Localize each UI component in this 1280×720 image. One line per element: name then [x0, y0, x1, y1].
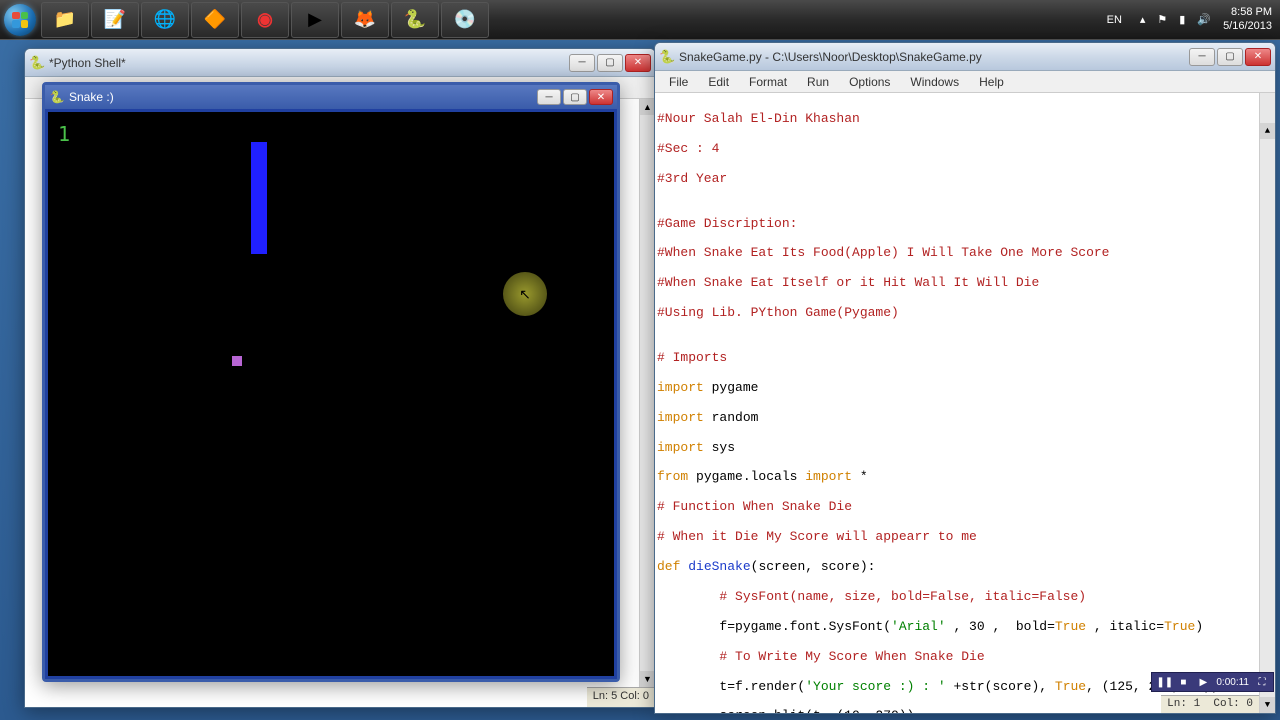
maximize-button[interactable]: ▢ [563, 89, 587, 105]
shell-scrollbar[interactable]: ▲ ▼ [639, 99, 655, 687]
close-button[interactable]: ✕ [625, 54, 651, 72]
shell-titlebar[interactable]: 🐍 *Python Shell* ─ ▢ ✕ [25, 49, 655, 77]
media-overlay[interactable]: ❚❚ ■ ▶ 0:00:11 ⛶ [1151, 672, 1274, 692]
windows-logo-icon [4, 4, 36, 36]
idle-icon: 🐍 [659, 49, 675, 65]
tray-arrow-icon[interactable]: ▴ [1140, 13, 1146, 26]
editor-status: Ln: 1 Col: 0 [1161, 695, 1259, 713]
taskbar-app-chrome[interactable]: 🌐 [141, 2, 189, 38]
media-expand-icon[interactable]: ⛶ [1255, 677, 1269, 688]
minimize-button[interactable]: ─ [1189, 48, 1215, 66]
scroll-up-icon[interactable]: ▲ [1260, 123, 1275, 139]
shell-title: *Python Shell* [49, 56, 569, 70]
snake-title: Snake :) [69, 90, 537, 104]
taskbar-app-firefox[interactable]: 🦊 [341, 2, 389, 38]
scroll-down-icon[interactable]: ▼ [640, 671, 655, 687]
code-line: # Function When Snake Die [657, 500, 1273, 515]
snake-icon: 🐍 [49, 89, 65, 105]
close-button[interactable]: ✕ [1245, 48, 1271, 66]
system-tray: EN ▴ ⚑ ▮ 🔊 8:58 PM 5/16/2013 [1101, 6, 1280, 32]
clock-time: 8:58 PM [1223, 6, 1272, 19]
menu-run[interactable]: Run [799, 73, 837, 91]
code-line: # When it Die My Score will appearr to m… [657, 530, 1273, 545]
menu-options[interactable]: Options [841, 73, 898, 91]
menu-file[interactable]: File [661, 73, 696, 91]
game-canvas[interactable]: 1 ↖ [45, 109, 617, 679]
code-line: #When Snake Eat Its Food(Apple) I Will T… [657, 246, 1273, 261]
minimize-button[interactable]: ─ [537, 89, 561, 105]
close-button[interactable]: ✕ [589, 89, 613, 105]
code-line: #Sec : 4 [657, 142, 1273, 157]
taskbar-app-media[interactable]: ▶ [291, 2, 339, 38]
flag-icon[interactable]: ⚑ [1157, 13, 1167, 26]
shell-status: Ln: 5 Col: 0 [587, 687, 655, 707]
menu-windows[interactable]: Windows [902, 73, 967, 91]
idle-titlebar[interactable]: 🐍 SnakeGame.py - C:\Users\Noor\Desktop\S… [655, 43, 1275, 71]
volume-icon[interactable]: 🔊 [1197, 13, 1211, 26]
code-line: #3rd Year [657, 172, 1273, 187]
code-line: # SysFont(name, size, bold=False, italic… [657, 590, 1273, 605]
taskbar-app-notepad[interactable]: 📝 [91, 2, 139, 38]
code-line: import pygame [657, 381, 1273, 396]
cursor-arrow-icon: ↖ [519, 286, 531, 303]
menu-edit[interactable]: Edit [700, 73, 737, 91]
idle-icon: 🐍 [29, 55, 45, 71]
language-indicator[interactable]: EN [1101, 12, 1128, 28]
menu-format[interactable]: Format [741, 73, 795, 91]
minimize-button[interactable]: ─ [569, 54, 595, 72]
menu-help[interactable]: Help [971, 73, 1012, 91]
snake-titlebar[interactable]: 🐍 Snake :) ─ ▢ ✕ [45, 85, 617, 109]
maximize-button[interactable]: ▢ [1217, 48, 1243, 66]
code-line: #When Snake Eat Itself or it Hit Wall It… [657, 276, 1273, 291]
code-line: f=pygame.font.SysFont('Arial' , 30 , bol… [657, 620, 1273, 635]
scroll-down-icon[interactable]: ▼ [1260, 697, 1275, 713]
code-editor[interactable]: #Nour Salah El-Din Khashan #Sec : 4 #3rd… [655, 93, 1275, 713]
idle-title: SnakeGame.py - C:\Users\Noor\Desktop\Sna… [679, 50, 1189, 64]
editor-scrollbar[interactable]: ▲ ▼ [1259, 93, 1275, 713]
code-line: #Game Discription: [657, 217, 1273, 232]
code-line: #Nour Salah El-Din Khashan [657, 112, 1273, 127]
code-line: # Imports [657, 351, 1273, 366]
taskbar-app-explorer[interactable]: 📁 [41, 2, 89, 38]
taskbar-app-disc[interactable]: 💿 [441, 2, 489, 38]
taskbar-app-python[interactable]: 🐍 [391, 2, 439, 38]
media-stop-icon[interactable]: ■ [1176, 677, 1190, 688]
code-line: def dieSnake(screen, score): [657, 560, 1273, 575]
idle-menubar: File Edit Format Run Options Windows Hel… [655, 71, 1275, 93]
code-line: import sys [657, 441, 1273, 456]
idle-editor-window[interactable]: 🐍 SnakeGame.py - C:\Users\Noor\Desktop\S… [654, 42, 1276, 714]
taskbar: 📁 📝 🌐 🔶 ◉ ▶ 🦊 🐍 💿 EN ▴ ⚑ ▮ 🔊 8:58 PM 5/1… [0, 0, 1280, 40]
network-icon[interactable]: ▮ [1179, 13, 1185, 26]
score-text: 1 [58, 122, 70, 146]
code-line: #Using Lib. PYthon Game(Pygame) [657, 306, 1273, 321]
media-play-icon[interactable]: ▶ [1196, 677, 1210, 688]
code-line: from pygame.locals import * [657, 470, 1273, 485]
media-prev-icon[interactable]: ❚❚ [1156, 677, 1170, 688]
start-button[interactable] [0, 0, 40, 40]
clock[interactable]: 8:58 PM 5/16/2013 [1223, 6, 1272, 32]
code-line: # To Write My Score When Snake Die [657, 650, 1273, 665]
scroll-up-icon[interactable]: ▲ [640, 99, 655, 115]
media-time: 0:00:11 [1216, 677, 1249, 688]
maximize-button[interactable]: ▢ [597, 54, 623, 72]
clock-date: 5/16/2013 [1223, 20, 1272, 33]
snake-game-window[interactable]: 🐍 Snake :) ─ ▢ ✕ 1 ↖ [42, 82, 620, 682]
cursor-highlight: ↖ [503, 272, 547, 316]
food-dot [232, 356, 242, 366]
taskbar-app-recorder[interactable]: ◉ [241, 2, 289, 38]
code-line: import random [657, 411, 1273, 426]
snake-body [251, 142, 267, 254]
taskbar-app-vlc[interactable]: 🔶 [191, 2, 239, 38]
